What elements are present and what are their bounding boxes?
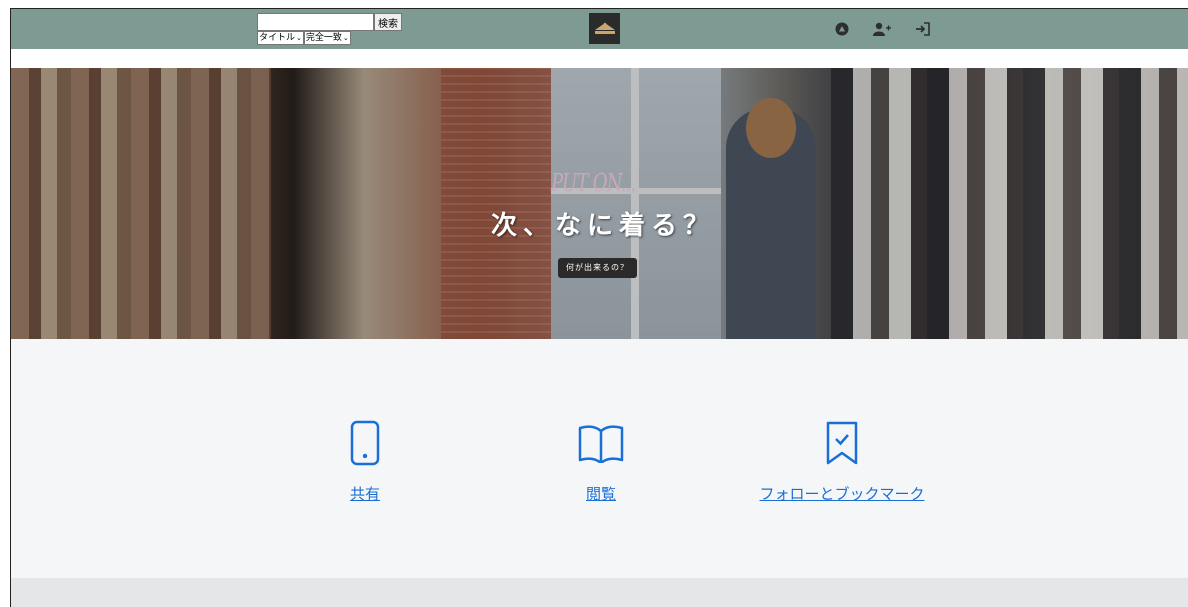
navbar: 検索 タイトル ⌄ 完全一致 ⌄: [11, 9, 1188, 49]
sign-in-icon[interactable]: [913, 19, 933, 39]
search-form: 検索 タイトル ⌄ 完全一致 ⌄: [257, 13, 402, 45]
user-plus-icon[interactable]: [872, 19, 892, 39]
bookmark-check-icon: [742, 419, 942, 467]
field-select[interactable]: タイトル ⌄: [257, 31, 304, 45]
footer: [11, 578, 1188, 607]
spacer: [11, 49, 1188, 68]
hero-title: 次、なに着る？: [491, 211, 716, 241]
search-button[interactable]: 検索: [374, 13, 402, 31]
search-row: 検索: [257, 13, 402, 31]
mobile-icon: [337, 419, 393, 467]
chevron-down-icon: ⌄: [296, 33, 302, 42]
mode-select-value: 完全一致: [305, 32, 342, 43]
hero-banner: PUT ON... 次、なに着る？ 何が出来るの？: [11, 68, 1188, 339]
book-icon: [573, 419, 629, 467]
feature-follow-bookmark: フォローとブックマーク: [742, 419, 942, 504]
logo-icon[interactable]: [589, 13, 620, 44]
feature-browse: 閲覧: [573, 419, 629, 504]
hero-subtitle: PUT ON...: [551, 169, 636, 197]
browser-frame: 検索 タイトル ⌄ 完全一致 ⌄ PUT ON... 次、なに着る？ 何が出来る…: [10, 8, 1188, 607]
hero-overlay: [11, 68, 1188, 339]
mode-select[interactable]: 完全一致 ⌄: [303, 31, 351, 45]
feature-follow-bookmark-link[interactable]: フォローとブックマーク: [759, 485, 924, 503]
chevron-down-icon: ⌄: [342, 33, 349, 42]
feature-browse-link[interactable]: 閲覧: [586, 485, 616, 503]
search-input[interactable]: [257, 13, 374, 31]
field-select-value: タイトル: [259, 32, 296, 43]
what-can-do-button[interactable]: 何が出来るの？: [558, 258, 637, 278]
select-row: タイトル ⌄ 完全一致 ⌄: [257, 31, 402, 45]
feature-share: 共有: [337, 419, 393, 504]
user-circle-icon[interactable]: [832, 19, 852, 39]
feature-share-link[interactable]: 共有: [350, 485, 380, 503]
